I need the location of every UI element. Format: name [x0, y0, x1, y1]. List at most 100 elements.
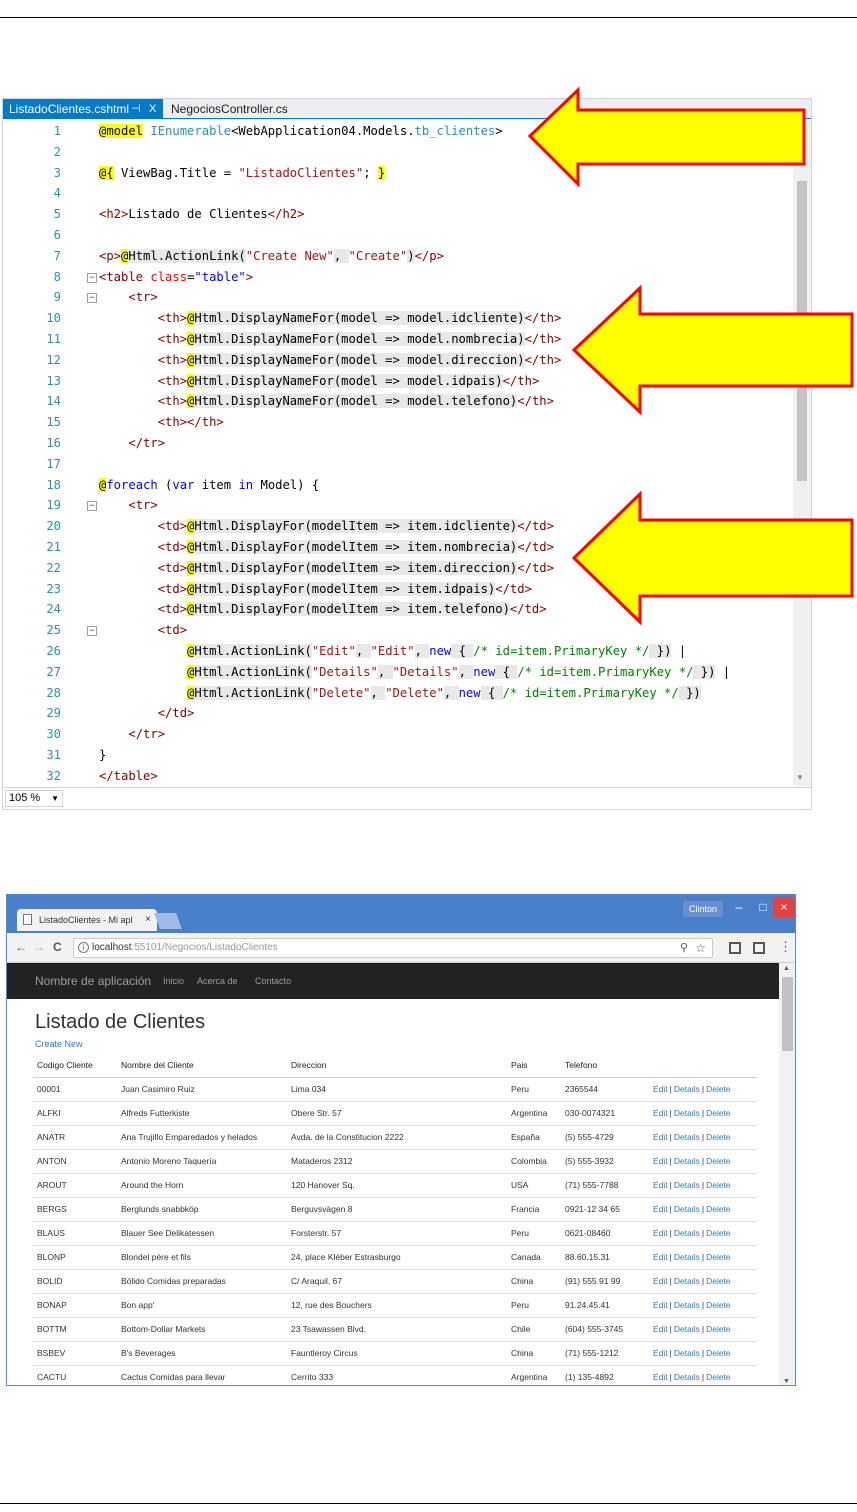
scroll-down-icon[interactable]: ▼	[783, 1378, 790, 1385]
delete-link[interactable]: Delete	[706, 1348, 731, 1358]
delete-link[interactable]: Delete	[706, 1252, 731, 1262]
reload-icon[interactable]: C	[53, 940, 62, 954]
edit-link[interactable]: Edit	[653, 1252, 668, 1262]
url-path: :55101/Negocios/ListadoClientes	[131, 942, 278, 953]
code-area[interactable]: 1 @model IEnumerable<WebApplication04.Mod…	[3, 119, 793, 786]
edit-link[interactable]: Edit	[653, 1180, 668, 1190]
code-line[interactable]: 27 @Html.ActionLink("Details", "Details"…	[3, 662, 793, 683]
code-line[interactable]: 26 @Html.ActionLink("Edit", "Edit", new …	[3, 641, 793, 662]
table-cell: BOTTM	[33, 1316, 117, 1341]
delete-link[interactable]: Delete	[706, 1084, 731, 1094]
code-line[interactable]: 17	[3, 454, 793, 475]
code-line[interactable]: 16 </tr>	[3, 433, 793, 454]
close-icon[interactable]: ×	[145, 909, 151, 931]
create-new-link[interactable]: Create New	[35, 1039, 83, 1049]
nav-link-contacto[interactable]: Contacto	[255, 963, 291, 999]
delete-link[interactable]: Delete	[706, 1180, 731, 1190]
table-cell: 030-0074321	[561, 1100, 649, 1125]
delete-link[interactable]: Delete	[706, 1372, 731, 1382]
collapse-icon[interactable]: −	[87, 272, 97, 283]
code-line[interactable]: 7 <p>@Html.ActionLink("Create New", "Crea…	[3, 246, 793, 267]
tab-listadoclientes[interactable]: ListadoClientes.cshtml ⊣ X	[3, 99, 163, 119]
zoom-select[interactable]: 105 % ▼	[5, 790, 63, 807]
user-profile-button[interactable]: Clinton	[683, 901, 723, 917]
edit-link[interactable]: Edit	[653, 1276, 668, 1286]
nav-link-acerca[interactable]: Acerca de	[197, 963, 238, 999]
bookmark-star-icon[interactable]: ☆	[695, 939, 706, 957]
details-link[interactable]: Details	[674, 1156, 700, 1166]
code-line[interactable]: 28 @Html.ActionLink("Delete", "Delete", …	[3, 683, 793, 704]
code-line[interactable]: 5 <h2>Listado de Clientes</h2>	[3, 204, 793, 225]
kebab-menu-icon[interactable]: ⋮	[779, 939, 792, 955]
collapse-icon[interactable]: −	[87, 293, 97, 304]
code-line[interactable]: 6	[3, 225, 793, 246]
details-link[interactable]: Details	[674, 1084, 700, 1094]
edit-link[interactable]: Edit	[653, 1204, 668, 1214]
details-link[interactable]: Details	[674, 1300, 700, 1310]
delete-link[interactable]: Delete	[706, 1204, 731, 1214]
edit-link[interactable]: Edit	[653, 1300, 668, 1310]
scroll-down-icon[interactable]: ▼	[796, 773, 804, 782]
tab-negocioscontroller[interactable]: NegociosController.cs	[165, 99, 294, 119]
edit-link[interactable]: Edit	[653, 1228, 668, 1238]
new-tab-button[interactable]	[154, 913, 182, 929]
extension-icon-2[interactable]	[753, 942, 765, 954]
code-line[interactable]: 29 </td>	[3, 703, 793, 724]
edit-link[interactable]: Edit	[653, 1372, 668, 1382]
delete-link[interactable]: Delete	[706, 1156, 731, 1166]
edit-link[interactable]: Edit	[653, 1156, 668, 1166]
edit-link[interactable]: Edit	[653, 1132, 668, 1142]
code-token: </p>	[414, 248, 444, 263]
details-link[interactable]: Details	[674, 1276, 700, 1286]
collapse-icon[interactable]: −	[87, 501, 97, 512]
code-line[interactable]: 31}	[3, 745, 793, 766]
delete-link[interactable]: Delete	[706, 1276, 731, 1286]
delete-link[interactable]: Delete	[706, 1300, 731, 1310]
edit-link[interactable]: Edit	[653, 1324, 668, 1334]
details-link[interactable]: Details	[674, 1324, 700, 1334]
scroll-thumb[interactable]	[782, 977, 793, 1051]
details-link[interactable]: Details	[674, 1372, 700, 1382]
code-line[interactable]: 32 </table>	[3, 766, 793, 787]
table-cell: 0921-12 34 65	[561, 1196, 649, 1221]
edit-link[interactable]: Edit	[653, 1108, 668, 1118]
close-icon[interactable]: X	[149, 99, 156, 119]
details-link[interactable]: Details	[674, 1108, 700, 1118]
details-link[interactable]: Details	[674, 1228, 700, 1238]
code-token: </th>	[524, 332, 562, 346]
page-scrollbar[interactable]: ▲ ▼	[779, 963, 795, 1385]
details-link[interactable]: Details	[674, 1132, 700, 1142]
forward-icon[interactable]: →	[33, 940, 45, 954]
maximize-button[interactable]: □	[751, 897, 775, 917]
table-cell: Berguvsvägen 8	[287, 1196, 507, 1221]
minimize-button[interactable]: –	[727, 897, 751, 917]
line-number: 23	[46, 581, 61, 596]
delete-link[interactable]: Delete	[706, 1324, 731, 1334]
edit-link[interactable]: Edit	[653, 1348, 668, 1358]
extension-icon[interactable]	[729, 942, 741, 954]
details-link[interactable]: Details	[674, 1204, 700, 1214]
code-line[interactable]: 30 </tr>	[3, 724, 793, 745]
zoom-icon[interactable]: ⚲	[680, 939, 688, 957]
details-link[interactable]: Details	[674, 1348, 700, 1358]
close-window-button[interactable]: ×	[773, 897, 795, 917]
scroll-up-icon[interactable]: ▲	[783, 965, 790, 972]
back-icon[interactable]: ←	[15, 940, 27, 954]
delete-link[interactable]: Delete	[706, 1132, 731, 1142]
editor-vertical-scrollbar[interactable]: ▲ ▼	[793, 119, 811, 786]
details-link[interactable]: Details	[674, 1252, 700, 1262]
collapse-icon[interactable]: −	[87, 626, 97, 637]
edit-link[interactable]: Edit	[653, 1084, 668, 1094]
browser-tab-title: ListadoClientes - Mi apl	[39, 915, 133, 925]
browser-tab[interactable]: ListadoClientes - Mi apl ×	[17, 909, 157, 931]
nav-link-inicio[interactable]: Inicio	[163, 963, 184, 999]
delete-link[interactable]: Delete	[706, 1108, 731, 1118]
info-icon[interactable]: i	[78, 942, 89, 953]
brand-link[interactable]: Nombre de aplicación	[35, 963, 151, 999]
delete-link[interactable]: Delete	[706, 1228, 731, 1238]
pin-icon[interactable]: ⊣	[131, 99, 141, 119]
code-token: /* id=item.PrimaryKey */	[473, 644, 650, 658]
details-link[interactable]: Details	[674, 1180, 700, 1190]
address-bar[interactable]: i localhost:55101/Negocios/ListadoClient…	[73, 938, 713, 958]
